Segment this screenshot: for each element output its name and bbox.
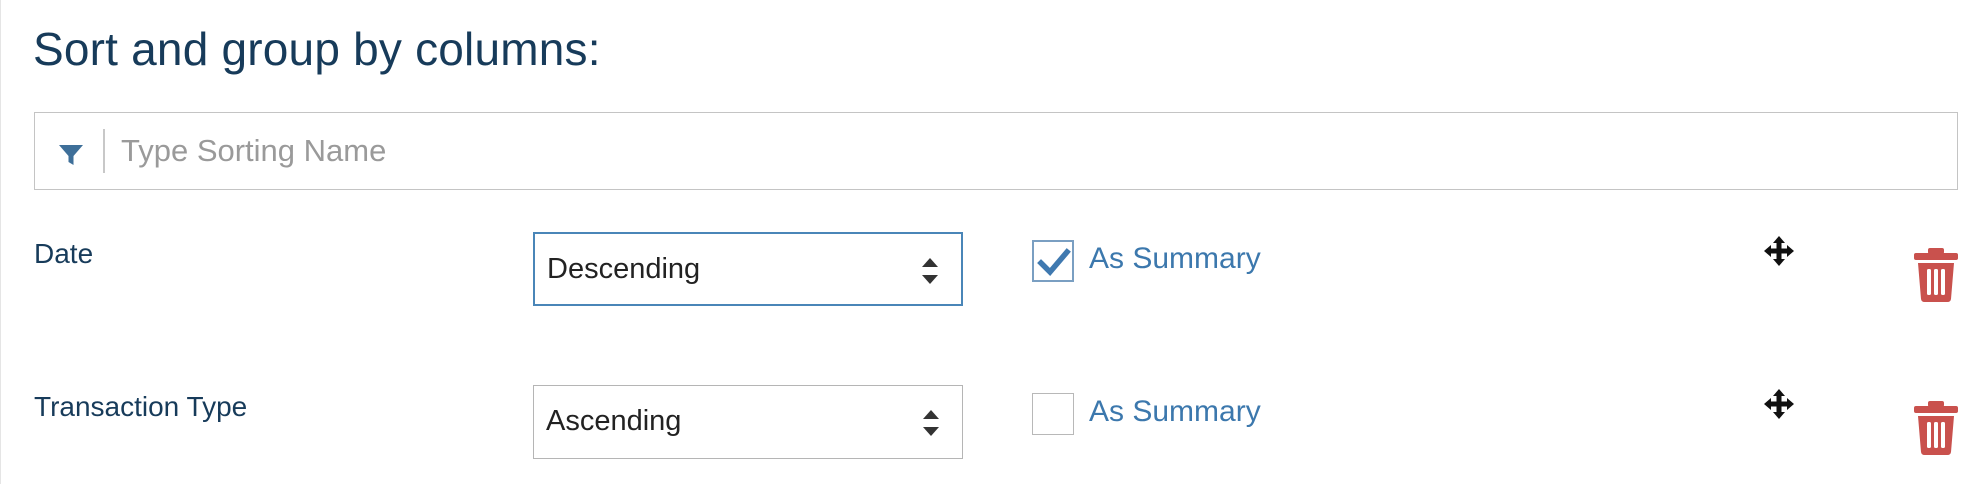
- column-label: Transaction Type: [34, 391, 248, 422]
- move-icon[interactable]: [1763, 235, 1795, 267]
- trash-icon[interactable]: [1912, 247, 1960, 303]
- move-icon[interactable]: [1763, 388, 1795, 420]
- page-title: Sort and group by columns:: [33, 23, 601, 75]
- sorting-filter-box: [34, 112, 1958, 190]
- sort-order-select[interactable]: Descending: [533, 232, 963, 306]
- sort-row-transaction-type: Transaction Type Ascending As Summary: [0, 385, 1986, 475]
- sort-arrows-icon: [923, 410, 939, 436]
- sort-order-select[interactable]: Ascending: [533, 385, 963, 459]
- as-summary-checkbox[interactable]: [1032, 393, 1074, 435]
- trash-icon[interactable]: [1912, 400, 1960, 456]
- sort-order-value: Ascending: [546, 405, 682, 437]
- sorting-name-input[interactable]: [121, 125, 1921, 177]
- checkmark-icon: [1037, 248, 1071, 277]
- sort-row-date: Date Descending As Summary: [0, 232, 1986, 322]
- sort-order-value: Descending: [547, 253, 701, 285]
- as-summary-label[interactable]: As Summary: [1089, 242, 1261, 276]
- as-summary-label[interactable]: As Summary: [1089, 395, 1261, 429]
- as-summary-checkbox[interactable]: [1032, 240, 1074, 282]
- sort-arrows-icon: [922, 258, 938, 284]
- filter-icon[interactable]: [55, 138, 87, 170]
- filter-separator: [103, 129, 105, 173]
- column-label: Date: [34, 238, 94, 269]
